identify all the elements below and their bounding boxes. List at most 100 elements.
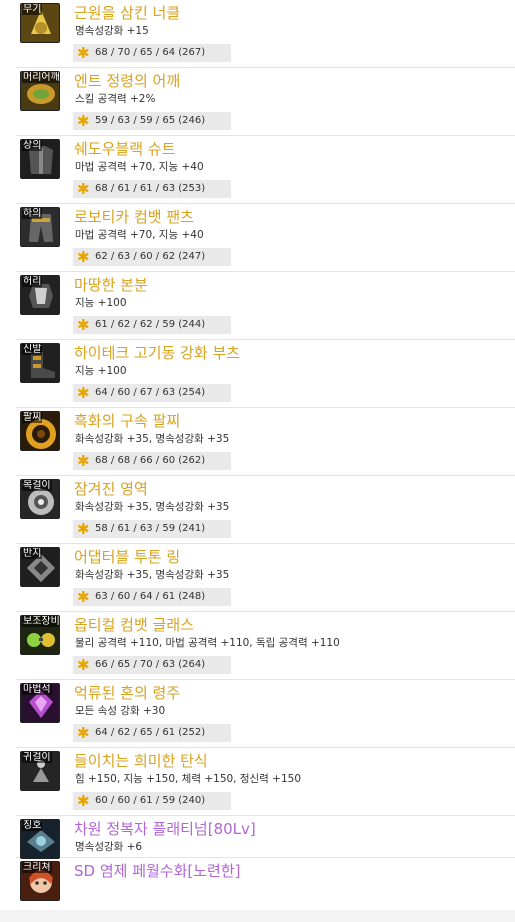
top-armor-icon: 상의 — [20, 139, 60, 179]
star-icon: ✱ — [77, 44, 90, 62]
ring-icon: 반지 — [20, 547, 60, 587]
slot-label: 신발 — [22, 344, 43, 355]
equipment-row-shoes[interactable]: 신발 하이테크 고기동 강화 부츠 지능 +100 ✱ 64 / 60 / 67 … — [16, 340, 515, 408]
item-name[interactable]: 하이테크 고기동 강화 부츠 — [74, 344, 240, 362]
star-icon: ✱ — [77, 792, 90, 810]
item-stats: ✱ 63 / 60 / 64 / 61 (248) — [73, 588, 231, 606]
item-option: 물리 공격력 +110, 마법 공격력 +110, 독립 공격력 +110 — [75, 637, 340, 649]
equipment-row-creature[interactable]: 크리쳐 SD 염제 페월수화[노련한] — [16, 858, 515, 904]
equipment-row-ring[interactable]: 반지 어댑터블 투톤 링 화속성강화 +35, 명속성강화 +35 ✱ 63 / … — [16, 544, 515, 612]
item-name[interactable]: 흑화의 구속 팔찌 — [74, 412, 180, 430]
item-name[interactable]: 억류된 혼의 령주 — [74, 684, 180, 702]
equipment-row-shoulder[interactable]: 머리어깨 엔트 정령의 어깨 스킬 공격력 +2% ✱ 59 / 63 / 59 … — [16, 68, 515, 136]
equipment-row-weapon[interactable]: 무기 근원을 삼킨 너클 명속성강화 +15 ✱ 68 / 70 / 65 / 6… — [16, 0, 515, 68]
star-icon: ✱ — [77, 248, 90, 266]
item-option: 지능 +100 — [75, 365, 127, 377]
stats-value: 64 / 62 / 65 / 61 (252) — [95, 727, 206, 738]
item-option: 명속성강화 +15 — [75, 25, 149, 37]
item-option: 화속성강화 +35, 명속성강화 +35 — [75, 569, 230, 581]
item-name[interactable]: SD 염제 페월수화[노련한] — [74, 862, 241, 880]
slot-label: 보조장비 — [22, 616, 60, 627]
equipment-panel: 무기 근원을 삼킨 너클 명속성강화 +15 ✱ 68 / 70 / 65 / 6… — [0, 0, 515, 910]
item-name[interactable]: 들이치는 희미한 탄식 — [74, 752, 208, 770]
equipment-row-bracelet[interactable]: 팔찌 흑화의 구속 팔찌 화속성강화 +35, 명속성강화 +35 ✱ 68 / … — [16, 408, 515, 476]
item-name[interactable]: 엔트 정령의 어깨 — [74, 72, 180, 90]
slot-label: 칭호 — [22, 820, 43, 831]
item-name[interactable]: 쉐도우블랙 슈트 — [74, 140, 175, 158]
slot-label: 크리쳐 — [22, 862, 52, 873]
glasses-icon: 보조장비 — [20, 615, 60, 655]
equipment-row-earring[interactable]: 귀걸이 들이치는 희미한 탄식 힘 +150, 지능 +150, 체력 +150… — [16, 748, 515, 816]
equipment-row-belt[interactable]: 허리 마땅한 본분 지능 +100 ✱ 61 / 62 / 62 / 59 (24… — [16, 272, 515, 340]
item-option: 모든 속성 강화 +30 — [75, 705, 166, 717]
slot-label: 상의 — [22, 140, 43, 151]
item-stats: ✱ 68 / 68 / 66 / 60 (262) — [73, 452, 231, 470]
item-name[interactable]: 잠겨진 영역 — [74, 480, 148, 498]
star-icon: ✱ — [77, 588, 90, 606]
necklace-icon: 목걸이 — [20, 479, 60, 519]
star-icon: ✱ — [77, 316, 90, 334]
pants-icon: 하의 — [20, 207, 60, 247]
star-icon: ✱ — [77, 520, 90, 538]
star-icon: ✱ — [77, 180, 90, 198]
item-option: 명속성강화 +6 — [75, 841, 143, 853]
star-icon: ✱ — [77, 724, 90, 742]
stats-value: 68 / 70 / 65 / 64 (267) — [95, 47, 206, 58]
item-stats: ✱ 59 / 63 / 59 / 65 (246) — [73, 112, 231, 130]
equipment-row-support[interactable]: 보조장비 옵티컬 컴뱃 글래스 물리 공격력 +110, 마법 공격력 +110… — [16, 612, 515, 680]
slot-label: 마법석 — [22, 684, 52, 695]
slot-label: 반지 — [22, 548, 43, 559]
slot-label: 목걸이 — [22, 480, 52, 491]
slot-label: 허리 — [22, 276, 43, 287]
item-name[interactable]: 마땅한 본분 — [74, 276, 148, 294]
shoulder-icon: 머리어깨 — [20, 71, 60, 111]
item-name[interactable]: 어댑터블 투톤 링 — [74, 548, 180, 566]
item-option: 스킬 공격력 +2% — [75, 93, 156, 105]
item-option: 힘 +150, 지능 +150, 체력 +150, 정신력 +150 — [75, 773, 302, 785]
stats-value: 66 / 65 / 70 / 63 (264) — [95, 659, 206, 670]
slot-label: 하의 — [22, 208, 43, 219]
stats-value: 64 / 60 / 67 / 63 (254) — [95, 387, 206, 398]
stats-value: 61 / 62 / 62 / 59 (244) — [95, 319, 206, 330]
equipment-row-magic-stone[interactable]: 마법석 억류된 혼의 령주 모든 속성 강화 +30 ✱ 64 / 62 / 65… — [16, 680, 515, 748]
title-icon: 칭호 — [20, 819, 60, 859]
equipment-row-title[interactable]: 칭호 차원 정복자 플래티넘[80Lv] 명속성강화 +6 — [16, 816, 515, 859]
star-icon: ✱ — [77, 384, 90, 402]
item-name[interactable]: 옵티컬 컴뱃 글래스 — [74, 616, 194, 634]
item-option: 마법 공격력 +70, 지능 +40 — [75, 229, 204, 241]
item-name[interactable]: 로보티카 컴뱃 팬츠 — [74, 208, 194, 226]
slot-label: 무기 — [22, 4, 43, 15]
creature-icon: 크리쳐 — [20, 861, 60, 901]
item-stats: ✱ 62 / 63 / 60 / 62 (247) — [73, 248, 231, 266]
star-icon: ✱ — [77, 656, 90, 674]
belt-icon: 허리 — [20, 275, 60, 315]
item-name[interactable]: 차원 정복자 플래티넘[80Lv] — [74, 820, 256, 838]
item-option: 화속성강화 +35, 명속성강화 +35 — [75, 501, 230, 513]
item-stats: ✱ 58 / 61 / 63 / 59 (241) — [73, 520, 231, 538]
bracelet-icon: 팔찌 — [20, 411, 60, 451]
magic-stone-icon: 마법석 — [20, 683, 60, 723]
item-stats: ✱ 60 / 60 / 61 / 59 (240) — [73, 792, 231, 810]
stats-value: 59 / 63 / 59 / 65 (246) — [95, 115, 206, 126]
item-stats: ✱ 68 / 70 / 65 / 64 (267) — [73, 44, 231, 62]
stats-value: 68 / 68 / 66 / 60 (262) — [95, 455, 206, 466]
item-option: 지능 +100 — [75, 297, 127, 309]
item-stats: ✱ 66 / 65 / 70 / 63 (264) — [73, 656, 231, 674]
slot-label: 팔찌 — [22, 412, 43, 423]
item-stats: ✱ 61 / 62 / 62 / 59 (244) — [73, 316, 231, 334]
stats-value: 63 / 60 / 64 / 61 (248) — [95, 591, 206, 602]
stats-value: 68 / 61 / 61 / 63 (253) — [95, 183, 206, 194]
stats-value: 60 / 60 / 61 / 59 (240) — [95, 795, 206, 806]
equipment-row-top[interactable]: 상의 쉐도우블랙 슈트 마법 공격력 +70, 지능 +40 ✱ 68 / 61 … — [16, 136, 515, 204]
item-option: 화속성강화 +35, 명속성강화 +35 — [75, 433, 230, 445]
item-stats: ✱ 64 / 62 / 65 / 61 (252) — [73, 724, 231, 742]
item-stats: ✱ 64 / 60 / 67 / 63 (254) — [73, 384, 231, 402]
earring-icon: 귀걸이 — [20, 751, 60, 791]
equipment-row-pants[interactable]: 하의 로보티카 컴뱃 팬츠 마법 공격력 +70, 지능 +40 ✱ 62 / 6… — [16, 204, 515, 272]
slot-label: 머리어깨 — [22, 72, 60, 83]
equipment-row-necklace[interactable]: 목걸이 잠겨진 영역 화속성강화 +35, 명속성강화 +35 ✱ 58 / 61… — [16, 476, 515, 544]
knuckle-icon: 무기 — [20, 3, 60, 43]
stats-value: 58 / 61 / 63 / 59 (241) — [95, 523, 206, 534]
item-option: 마법 공격력 +70, 지능 +40 — [75, 161, 204, 173]
item-name[interactable]: 근원을 삼킨 너클 — [74, 4, 180, 22]
